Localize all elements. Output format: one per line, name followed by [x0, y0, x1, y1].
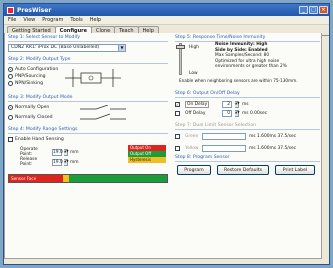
noise-slider-thumb[interactable] [176, 45, 185, 49]
dual-limit-hint-2: ms 1.600ms 37.5/sec [249, 146, 297, 151]
slider-high-label: High [189, 45, 200, 50]
step8-section: Step 8: Program Sensor Program Restore D… [175, 155, 320, 175]
step2-section: Step 2: Modify Output Type Auto Configur… [8, 57, 168, 87]
program-button[interactable]: Program [177, 165, 211, 175]
release-point-row: Release Point: 19.0 ▲▼ mm [20, 157, 79, 167]
dual-limit-row-1: Green ms 1.600ms 37.5/sec [175, 132, 320, 141]
operate-point-input[interactable]: 19.0 [52, 148, 63, 156]
configure-panel: Step 1: Select Sensor to Modify CDN2 RR1… [4, 33, 322, 259]
switch-diagram [80, 105, 126, 120]
off-delay-hint: ms 0.00sec [242, 111, 268, 116]
step4-title: Step 4: Modify Range Settings [8, 127, 168, 134]
step4-section: Step 4: Modify Range Settings Enable Han… [8, 127, 168, 183]
radio-label: NPN/Sinking [15, 81, 44, 86]
release-point-label: Release Point: [20, 157, 38, 167]
radio-dot[interactable] [8, 67, 13, 72]
dual-limit-checkbox-1[interactable] [175, 134, 180, 139]
dual-limit-checkbox-2[interactable] [175, 146, 180, 151]
on-delay-unit: ms [242, 102, 249, 107]
step3-section: Step 3: Modify Output Mode Normally Open… [8, 95, 168, 121]
step5-title: Step 5: Response Time/Noise Immunity [175, 35, 320, 42]
operate-point-unit: mm [70, 149, 79, 155]
dual-limit-input-1[interactable] [202, 133, 246, 140]
step3-title: Step 3: Modify Output Mode [8, 95, 168, 102]
minimize-button[interactable]: _ [299, 6, 308, 14]
radio-label: Auto Configuration [15, 67, 59, 72]
sensor-select[interactable]: CDN2 RR1: iProx DC (Base Unlabelled) ▼ [8, 44, 126, 52]
legend-hysteresis: Hysteresis [128, 157, 166, 163]
step7-title: Step 7: Dual Limit Sensor Selection [175, 123, 320, 130]
step1-section: Step 1: Select Sensor to Modify CDN2 RR1… [8, 35, 168, 52]
checkbox-label: Enable Hand Sensing [15, 137, 64, 142]
sensor-select-value: CDN2 RR1: iProx DC (Base Unlabelled) [11, 45, 100, 50]
off-delay-row: Off Delay 0 ▲▼ ms 0.00sec [175, 109, 320, 118]
app-icon [7, 6, 14, 14]
menu-program[interactable]: Program [41, 17, 64, 23]
on-delay-row: ✓ On Delay 2 ▲▼ ms [175, 100, 320, 109]
output-circuit-diagram [65, 69, 121, 87]
off-delay-checkbox[interactable] [175, 111, 180, 116]
dual-limit-label-2: Yellow [185, 146, 199, 151]
step6-title: Step 6: Output On/Off Delay [175, 91, 320, 98]
range-bar-off [69, 175, 167, 182]
title-bar: PresWiser _ □ × [4, 4, 329, 16]
step1-title: Step 1: Select Sensor to Modify [8, 35, 168, 42]
dual-limit-input-2[interactable] [202, 145, 246, 152]
noise-info-line: environments or greater than 2% [215, 64, 287, 70]
on-delay-input[interactable]: 2 [222, 101, 232, 108]
dual-limit-hint-1: ms 1.600ms 37.5/sec [249, 134, 297, 139]
off-delay-spinner[interactable]: ▲▼ [235, 110, 240, 117]
dual-limit-label-1: Green [185, 134, 199, 139]
release-point-input[interactable]: 19.0 [52, 158, 63, 166]
slider-low-label: Low [189, 71, 198, 76]
radio-label: Normally Closed [15, 115, 53, 120]
menu-file[interactable]: File [7, 17, 17, 23]
operate-point-spinner[interactable]: ▲▼ [64, 148, 69, 156]
radio-dot[interactable] [8, 115, 13, 120]
radio-dot[interactable] [8, 81, 13, 86]
release-point-unit: mm [70, 159, 79, 165]
menu-view[interactable]: View [22, 17, 36, 23]
off-delay-label: Off Delay [185, 111, 206, 116]
radio-dot[interactable] [8, 74, 13, 79]
menu-bar: File View Program Tools Help [4, 16, 329, 25]
step5-section: Step 5: Response Time/Noise Immunity Hig… [175, 35, 320, 83]
print-label-button[interactable]: Print Label [275, 165, 315, 175]
maximize-button[interactable]: □ [309, 6, 318, 14]
step8-title: Step 8: Program Sensor [175, 155, 320, 162]
side-by-side-note: Enable when neighboring sensors are with… [179, 78, 298, 83]
range-legend: Output On Output Off Hysteresis [128, 145, 166, 163]
window-title: PresWiser [17, 6, 52, 14]
on-delay-label: On Delay [185, 101, 209, 108]
step7-section: Step 7: Dual Limit Sensor Selection Gree… [175, 123, 320, 153]
range-bar-on: Sensor Face [9, 175, 63, 182]
release-point-spinner[interactable]: ▲▼ [64, 158, 69, 166]
close-button[interactable]: × [319, 6, 328, 14]
radio-label: Normally Open [15, 105, 50, 110]
restore-defaults-button[interactable]: Restore Defaults [217, 165, 269, 175]
radio-dot[interactable] [8, 105, 13, 110]
dual-limit-row-2: Yellow ms 1.600ms 37.5/sec [175, 144, 320, 153]
step2-title: Step 2: Modify Output Type [8, 57, 168, 64]
step6-section: Step 6: Output On/Off Delay ✓ On Delay 2… [175, 91, 320, 118]
on-delay-spinner[interactable]: ▲▼ [235, 101, 240, 108]
operate-point-label: Operate Point: [20, 147, 38, 157]
noise-info: Noise Immunity: High Side by Side: Enabl… [215, 42, 287, 70]
on-delay-checkbox[interactable]: ✓ [175, 102, 180, 107]
operate-point-row: Operate Point: 19.0 ▲▼ mm [20, 147, 79, 157]
enable-hand-sensing-checkbox[interactable]: Enable Hand Sensing [8, 136, 168, 143]
menu-help[interactable]: Help [89, 17, 102, 23]
sensing-range-bar: Sensor Face [8, 174, 168, 183]
radio-label: PNP/Sourcing [15, 74, 46, 79]
checkbox-box[interactable] [8, 137, 13, 142]
menu-tools[interactable]: Tools [69, 17, 83, 23]
off-delay-input[interactable]: 0 [222, 110, 232, 117]
chevron-down-icon[interactable]: ▼ [118, 45, 125, 51]
